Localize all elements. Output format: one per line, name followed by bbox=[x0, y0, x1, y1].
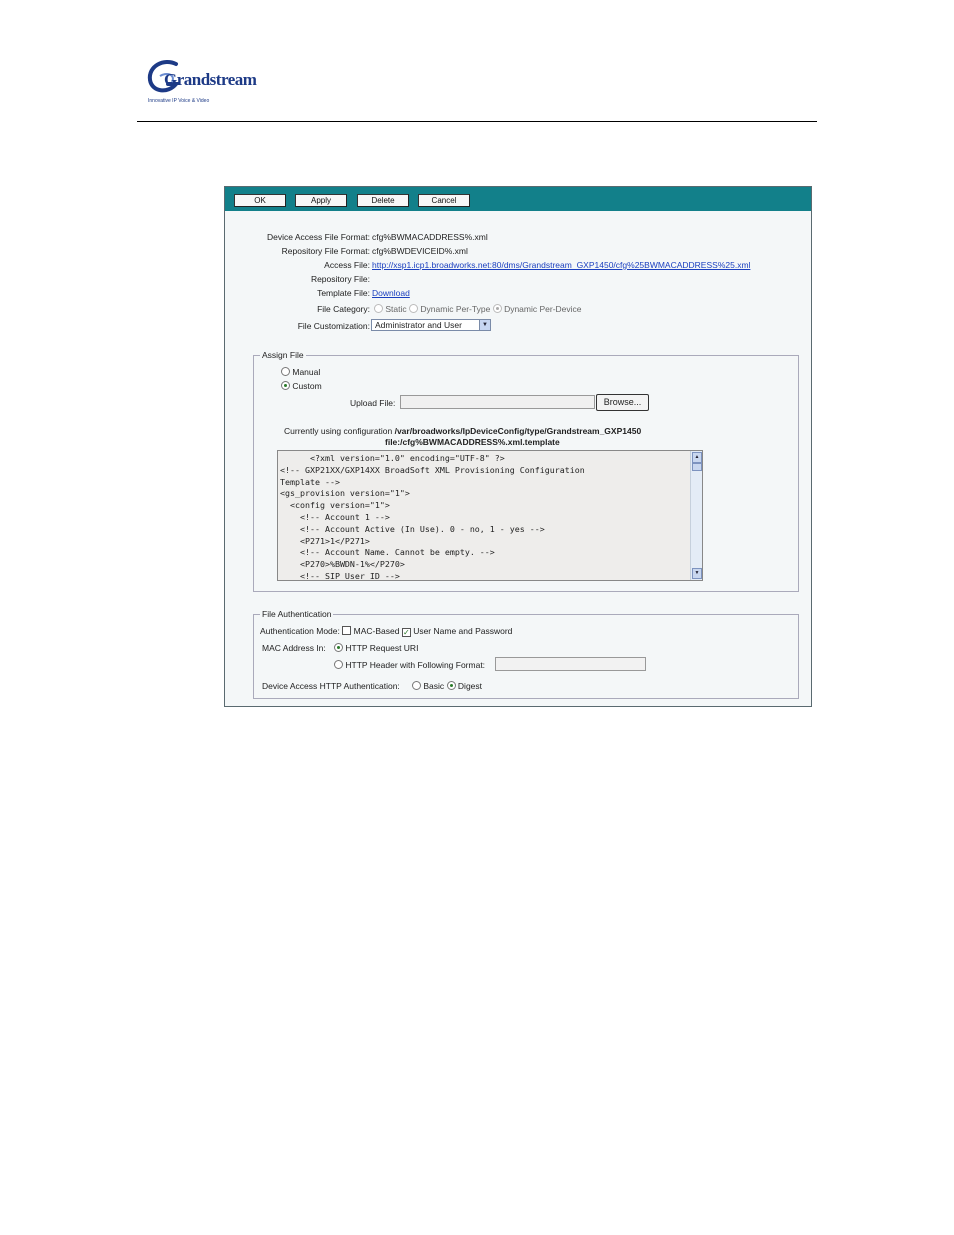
manual-label: Manual bbox=[292, 367, 321, 377]
custom-option: Custom bbox=[281, 381, 322, 391]
current-config-file: file:/cfg%BWMACADDRESS%.xml.template bbox=[385, 437, 560, 447]
browse-button[interactable]: Browse... bbox=[596, 394, 649, 411]
device-access-value: cfg%BWMACADDRESS%.xml bbox=[372, 232, 488, 242]
template-file-row: Template File: bbox=[224, 288, 370, 298]
manual-option: Manual bbox=[281, 367, 320, 377]
basic-label: Basic bbox=[423, 681, 445, 691]
current-config-line: Currently using configuration /var/broad… bbox=[284, 426, 641, 436]
current-config-prefix: Currently using configuration bbox=[284, 426, 393, 436]
repository-format-label: Repository File Format: bbox=[281, 246, 370, 256]
access-file-label: Access File: bbox=[324, 260, 370, 270]
template-content: <?xml version="1.0" encoding="UTF-8" ?> … bbox=[280, 453, 585, 581]
upload-file-label: Upload File: bbox=[350, 398, 396, 408]
mac-address-in-label: MAC Address In: bbox=[262, 643, 326, 653]
upload-file-input[interactable] bbox=[400, 395, 595, 409]
custom-radio[interactable] bbox=[281, 381, 290, 390]
category-per-type-radio[interactable] bbox=[409, 304, 419, 313]
repository-file-row: Repository File: bbox=[224, 274, 370, 284]
http-header-label: HTTP Header with Following Format: bbox=[345, 660, 486, 670]
cancel-button[interactable]: Cancel bbox=[418, 194, 470, 207]
auth-mode-label: Authentication Mode: bbox=[260, 626, 340, 636]
repository-file-label: Repository File: bbox=[310, 274, 370, 284]
template-textarea[interactable]: <?xml version="1.0" encoding="UTF-8" ?> … bbox=[277, 450, 703, 581]
assign-file-legend: Assign File bbox=[260, 350, 306, 360]
http-header-option: HTTP Header with Following Format: bbox=[334, 660, 485, 670]
device-access-label: Device Access File Format: bbox=[267, 232, 370, 242]
http-uri-label: HTTP Request URI bbox=[345, 643, 419, 653]
file-customization-row: File Customization: bbox=[224, 321, 370, 331]
user-pass-checkbox[interactable]: ✓ bbox=[401, 628, 411, 637]
user-pass-label: User Name and Password bbox=[413, 626, 513, 636]
file-customization-label: File Customization: bbox=[297, 321, 370, 331]
http-uri-radio[interactable] bbox=[334, 643, 343, 652]
category-static-radio[interactable] bbox=[374, 304, 383, 313]
category-static-label: Static bbox=[385, 304, 407, 314]
http-auth-options: Basic Digest bbox=[412, 681, 482, 691]
template-scrollbar[interactable]: ▲ ▼ bbox=[690, 451, 702, 580]
file-category-row: File Category: bbox=[224, 304, 370, 314]
category-per-device-label: Dynamic Per-Device bbox=[504, 304, 582, 314]
scroll-thumb[interactable] bbox=[692, 463, 702, 471]
repository-format-value: cfg%BWDEVICEID%.xml bbox=[372, 246, 468, 256]
file-category-options: Static Dynamic Per-Type Dynamic Per-Devi… bbox=[374, 304, 582, 314]
category-per-device-radio[interactable] bbox=[492, 304, 502, 313]
grandstream-logo: Grandstream Innovative IP Voice & Video bbox=[146, 58, 257, 108]
mac-based-checkbox[interactable] bbox=[342, 626, 352, 635]
logo-tagline: Innovative IP Voice & Video bbox=[148, 98, 210, 104]
basic-radio[interactable] bbox=[412, 681, 421, 690]
http-header-radio[interactable] bbox=[334, 660, 343, 669]
current-config-filename: file:/cfg%BWMACADDRESS%.xml.template bbox=[385, 437, 560, 447]
access-file-link[interactable]: http://xsp1.icp1.broadworks.net:80/dms/G… bbox=[372, 260, 750, 270]
manual-radio[interactable] bbox=[281, 367, 290, 376]
current-config-path: /var/broadworks/IpDeviceConfig/type/Gran… bbox=[394, 426, 642, 436]
auth-mode-row: Authentication Mode: MAC-Based ✓ User Na… bbox=[260, 626, 512, 637]
access-file-row: Access File: bbox=[224, 260, 370, 270]
ok-button[interactable]: OK bbox=[234, 194, 286, 207]
apply-button[interactable]: Apply bbox=[295, 194, 347, 207]
http-auth-label: Device Access HTTP Authentication: bbox=[262, 681, 400, 691]
toolbar: OK Apply Delete Cancel bbox=[225, 187, 811, 211]
mac-based-label: MAC-Based bbox=[353, 626, 400, 636]
file-category-label: File Category: bbox=[317, 304, 370, 314]
category-per-type-label: Dynamic Per-Type bbox=[420, 304, 491, 314]
device-access-row: Device Access File Format: bbox=[224, 232, 370, 242]
digest-label: Digest bbox=[457, 681, 483, 691]
http-header-format-input[interactable] bbox=[495, 657, 646, 671]
header-divider bbox=[137, 121, 817, 122]
delete-button[interactable]: Delete bbox=[357, 194, 409, 207]
http-uri-option: HTTP Request URI bbox=[334, 643, 418, 653]
repository-format-row: Repository File Format: bbox=[224, 246, 370, 256]
template-file-label: Template File: bbox=[317, 288, 370, 298]
logo-wordmark: Grandstream bbox=[164, 70, 257, 89]
file-customization-value: Administrator and User bbox=[375, 320, 462, 330]
digest-radio[interactable] bbox=[446, 681, 456, 690]
chevron-down-icon: ▼ bbox=[479, 320, 490, 330]
scroll-up-icon[interactable]: ▲ bbox=[692, 452, 702, 463]
custom-label: Custom bbox=[292, 381, 322, 391]
file-customization-select[interactable]: Administrator and User ▼ bbox=[371, 319, 491, 331]
scroll-down-icon[interactable]: ▼ bbox=[692, 568, 702, 579]
template-download-link[interactable]: Download bbox=[372, 288, 410, 298]
file-authentication-legend: File Authentication bbox=[260, 609, 334, 619]
